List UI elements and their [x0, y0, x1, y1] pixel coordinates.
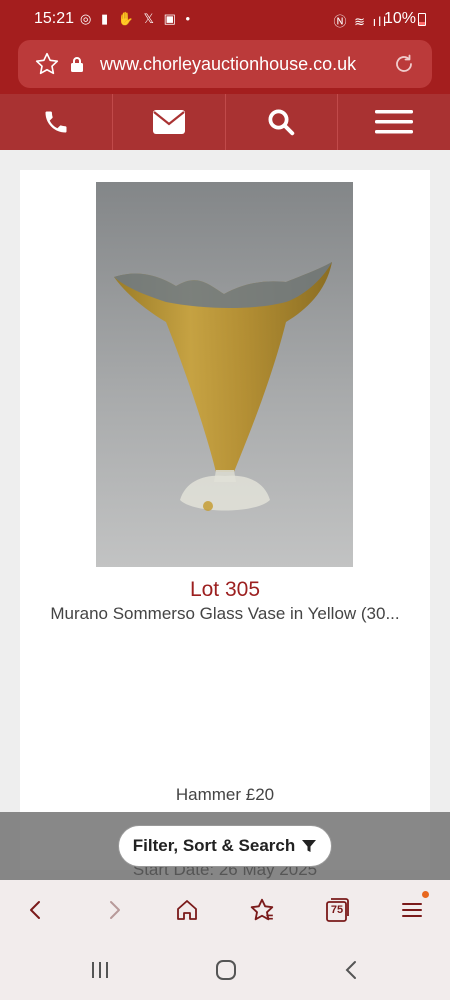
back-button[interactable]: [22, 896, 50, 924]
notification-dot: [422, 891, 429, 898]
tabs-button[interactable]: 75: [323, 896, 351, 924]
phone-icon: [45, 111, 67, 133]
filter-sort-search-button[interactable]: Filter, Sort & Search: [118, 825, 332, 867]
recent-apps-icon: [92, 962, 108, 978]
hammer-price: Hammer £20: [175, 785, 275, 804]
status-notification-icons: ◎ ▮ ✋ 𝕏 ▣ •: [80, 11, 194, 26]
search-icon: [268, 109, 295, 136]
bookmarks-star-icon: [250, 898, 274, 921]
browser-toolbar: 75: [0, 880, 450, 940]
back-nav-button[interactable]: [340, 958, 364, 982]
battery-level: 10%: [383, 10, 416, 27]
menu-button[interactable]: [338, 94, 450, 150]
status-system-icons: Ⓝ ≋ ıll: [333, 14, 388, 29]
site-nav: [0, 94, 450, 150]
bookmark-star-icon[interactable]: [34, 51, 60, 77]
status-bar: 15:21 ◎ ▮ ✋ 𝕏 ▣ • Ⓝ ≋ ıll 10%: [0, 0, 450, 38]
url-text[interactable]: www.chorleyauctionhouse.co.uk: [100, 54, 356, 75]
battery-icon: [418, 13, 426, 26]
forward-arrow-icon: [110, 901, 120, 919]
tab-count: 75: [330, 904, 344, 916]
home-nav-button[interactable]: [214, 958, 238, 982]
home-nav-icon: [216, 960, 236, 980]
email-icon: [152, 110, 185, 134]
lot-image[interactable]: [96, 182, 353, 567]
back-nav-icon: [345, 961, 356, 979]
browser-menu-icon: [402, 903, 422, 917]
bookmarks-button[interactable]: [248, 896, 276, 924]
lock-icon: [71, 57, 83, 72]
address-bar[interactable]: www.chorleyauctionhouse.co.uk: [18, 40, 432, 88]
lot-title[interactable]: Murano Sommerso Glass Vase in Yellow (30…: [20, 604, 430, 624]
browser-address-area: www.chorleyauctionhouse.co.uk: [0, 38, 450, 94]
filter-label: Filter, Sort & Search: [132, 836, 296, 855]
search-button[interactable]: [226, 94, 339, 150]
lot-number[interactable]: Lot 305: [20, 578, 430, 602]
reload-icon[interactable]: [392, 52, 416, 76]
recent-apps-button[interactable]: [88, 958, 112, 982]
filter-bar: Start Date: 26 May 2025 Filter, Sort & S…: [0, 812, 450, 880]
home-button[interactable]: [173, 896, 201, 924]
android-nav-bar: [0, 940, 450, 1000]
filter-funnel-icon: [302, 840, 317, 852]
back-arrow-icon: [30, 901, 40, 919]
home-icon: [177, 900, 197, 920]
lot-card[interactable]: Lot 305 Murano Sommerso Glass Vase in Ye…: [20, 170, 430, 870]
forward-button[interactable]: [100, 896, 128, 924]
phone-button[interactable]: [0, 94, 113, 150]
browser-menu-button[interactable]: [398, 891, 429, 924]
status-time: 15:21: [34, 10, 75, 27]
menu-icon: [375, 110, 414, 134]
vase-illustration: [114, 262, 332, 511]
email-button[interactable]: [113, 94, 226, 150]
